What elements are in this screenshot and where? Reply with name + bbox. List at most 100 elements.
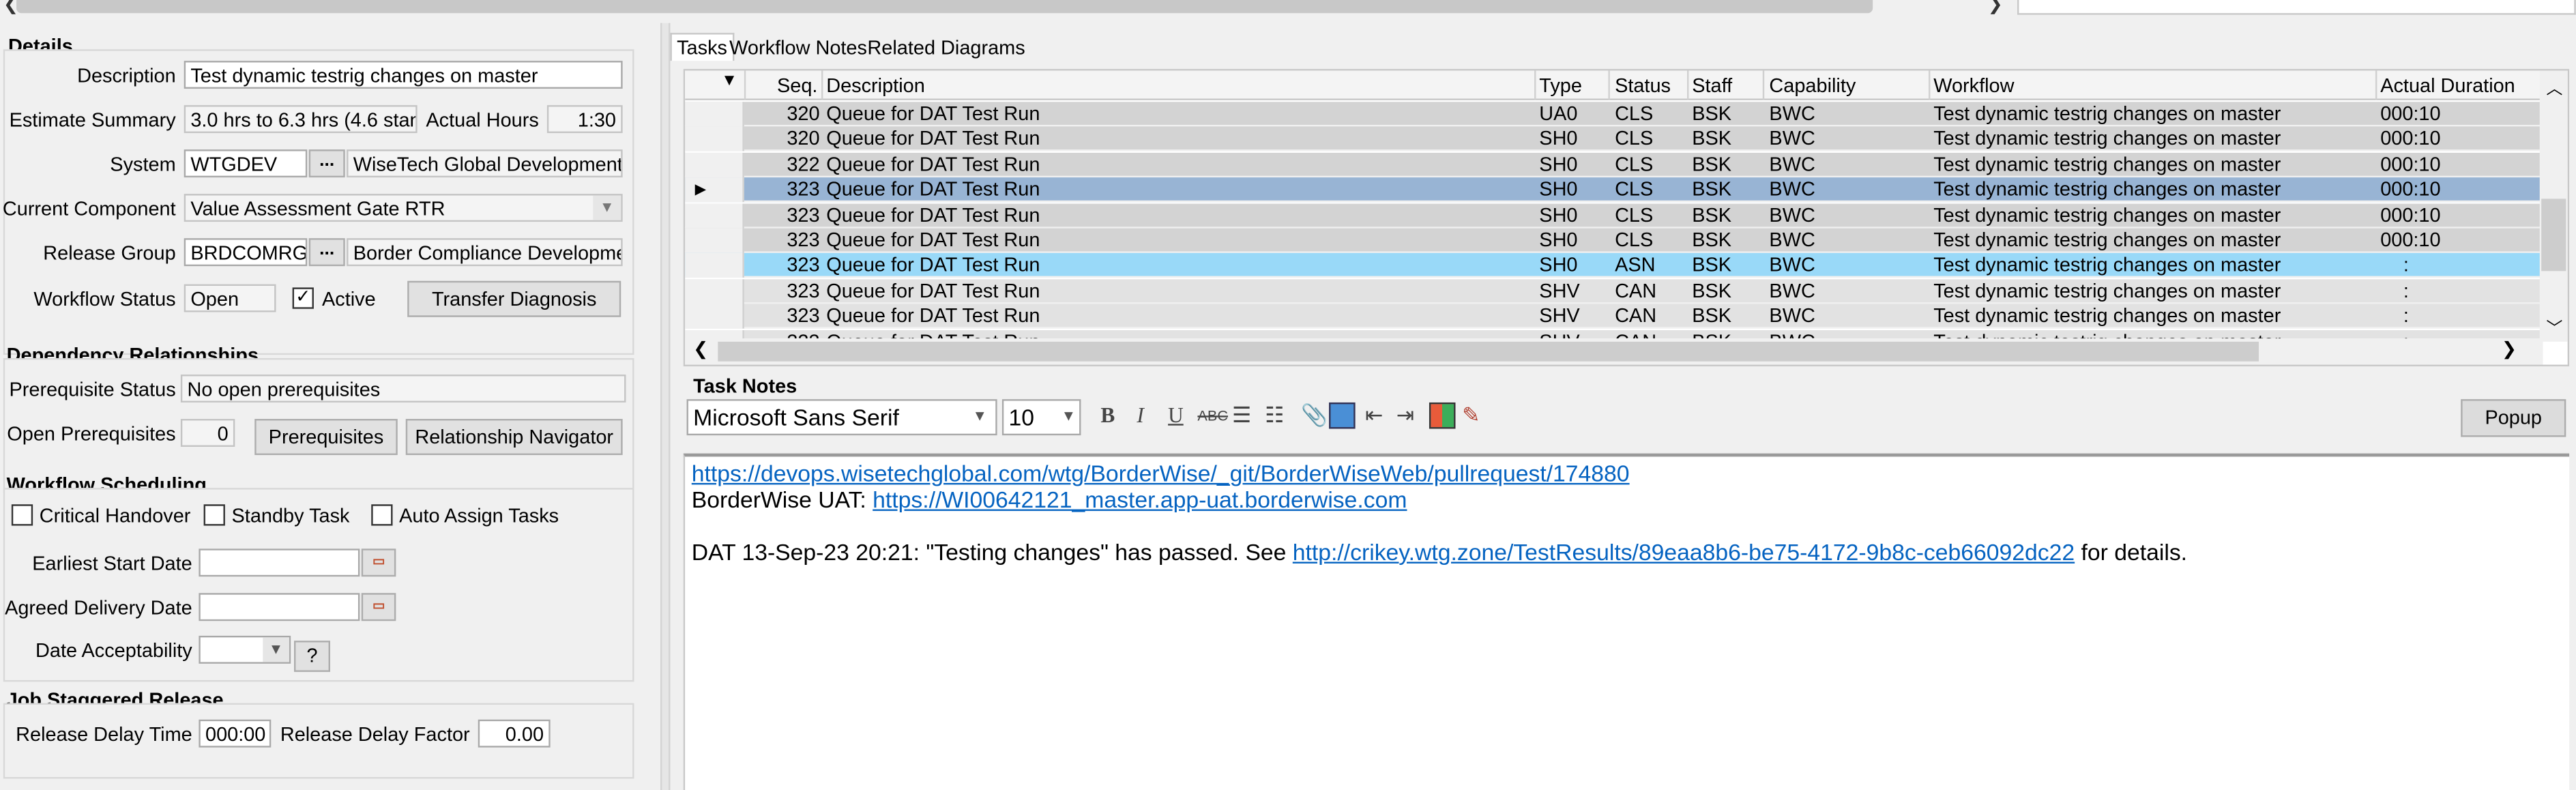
chevron-down-icon[interactable]: ▼ bbox=[263, 637, 289, 662]
col-description[interactable]: Description bbox=[826, 74, 925, 97]
row-selector[interactable] bbox=[685, 152, 744, 177]
table-row[interactable]: 323 Queue for DAT Test Run SH0 CLS BSK BWC Tes… bbox=[685, 203, 2542, 228]
note-link-testresults[interactable]: http://crikey.wtg.zone/TestResults/89eaa… bbox=[1293, 539, 2075, 566]
grid-hscroll[interactable]: ❮ ❯ bbox=[685, 338, 2543, 365]
popup-button[interactable]: Popup bbox=[2461, 399, 2566, 437]
tab-related-diagrams[interactable]: Related Diagrams bbox=[867, 36, 1025, 59]
delay-factor-field[interactable]: 0.00 bbox=[478, 719, 551, 748]
table-row[interactable]: 323 Queue for DAT Test Run SH0 ASN BSK BWC Tes… bbox=[685, 253, 2542, 278]
cell-staff: BSK bbox=[1692, 203, 1732, 226]
cell-staff: BSK bbox=[1692, 177, 1732, 201]
bullet-list-icon[interactable]: ☰ bbox=[1232, 403, 1251, 429]
release-group-code-field[interactable]: BRDCOMRG bbox=[184, 238, 308, 267]
tab-workflow-notes[interactable]: Workflow Notes bbox=[729, 36, 867, 59]
bold-icon[interactable]: B bbox=[1100, 403, 1115, 429]
row-selector[interactable] bbox=[685, 102, 744, 127]
calendar-icon[interactable]: ▭ bbox=[361, 548, 396, 577]
standby-task-checkbox[interactable] bbox=[203, 504, 225, 526]
col-seq[interactable]: Seq. bbox=[777, 74, 817, 97]
col-status[interactable]: Status bbox=[1615, 74, 1671, 97]
row-selector[interactable] bbox=[685, 203, 744, 228]
strikethrough-icon[interactable]: ABC bbox=[1197, 407, 1228, 424]
cell-seq: 323 bbox=[787, 177, 820, 201]
col-actual-duration[interactable]: Actual Duration bbox=[2380, 74, 2515, 97]
grid-hscroll-thumb[interactable] bbox=[718, 341, 2259, 362]
col-capability[interactable]: Capability bbox=[1769, 74, 1856, 97]
numbered-list-icon[interactable]: ☷ bbox=[1265, 403, 1284, 429]
scroll-up-icon[interactable]: ︿ bbox=[2546, 74, 2562, 98]
notes-editor[interactable]: https://devops.wisetechglobal.com/wtg/Bo… bbox=[683, 453, 2570, 790]
auto-assign-checkbox[interactable] bbox=[371, 504, 393, 526]
color-picker-icon[interactable] bbox=[1429, 402, 1456, 429]
insert-image-icon[interactable] bbox=[1329, 402, 1356, 429]
cell-staff: BSK bbox=[1692, 278, 1732, 302]
format-painter-icon[interactable]: ✎ bbox=[1462, 403, 1480, 429]
table-row[interactable]: 320 Queue for DAT Test Run UA0 CLS BSK BWC Tes… bbox=[685, 102, 2542, 127]
row-selector[interactable] bbox=[685, 304, 744, 330]
release-group-lookup-button[interactable]: ... bbox=[308, 238, 345, 267]
estimate-label: Estimate Summary bbox=[9, 108, 176, 132]
top-right-field[interactable] bbox=[2017, 0, 2576, 15]
delay-time-field[interactable]: 000:00 bbox=[199, 719, 272, 748]
cell-seq: 323 bbox=[787, 253, 820, 277]
table-row[interactable]: 323Queue for DAT Test RunSHVCANBSKBWCTes… bbox=[685, 304, 2542, 330]
table-row[interactable]: ▶ 323 Queue for DAT Test Run SH0 CLS BSK BWC Te… bbox=[685, 177, 2542, 203]
row-selector[interactable] bbox=[685, 278, 744, 304]
row-selector[interactable] bbox=[685, 228, 744, 253]
italic-icon[interactable]: I bbox=[1137, 403, 1143, 429]
cell-type: SH0 bbox=[1539, 177, 1578, 201]
open-prereq-field: 0 bbox=[180, 419, 235, 447]
component-label: Current Component bbox=[2, 196, 176, 220]
splitter[interactable] bbox=[660, 23, 671, 790]
component-select[interactable]: Value Assessment Gate RTR bbox=[184, 194, 623, 222]
system-name-field: WiseTech Global Development. bbox=[347, 149, 623, 178]
table-row[interactable]: 323Queue for DAT Test RunSHVCANBSKBWCTes… bbox=[685, 278, 2542, 304]
underline-icon[interactable]: U bbox=[1168, 403, 1184, 429]
grid-vscroll[interactable]: ︿ ﹀ bbox=[2539, 70, 2568, 342]
attachment-icon[interactable]: 📎 bbox=[1301, 403, 1328, 429]
outdent-icon[interactable]: ⇤ bbox=[1365, 403, 1383, 429]
col-staff[interactable]: Staff bbox=[1692, 74, 1732, 97]
row-selector[interactable]: ▶ bbox=[685, 177, 744, 203]
col-type[interactable]: Type bbox=[1539, 74, 1582, 97]
active-checkbox[interactable]: ✓ bbox=[292, 287, 314, 309]
cell-cap: BWC bbox=[1769, 304, 1815, 327]
scroll-left-icon[interactable]: ❮ bbox=[693, 338, 708, 360]
transfer-diagnosis-button[interactable]: Transfer Diagnosis bbox=[407, 280, 621, 317]
prerequisites-button[interactable]: Prerequisites bbox=[254, 419, 398, 456]
critical-handover-checkbox[interactable] bbox=[11, 504, 33, 526]
row-selector[interactable] bbox=[685, 253, 744, 278]
scroll-right-icon[interactable]: ❯ bbox=[1988, 0, 2003, 15]
description-field[interactable]: Test dynamic testrig changes on master bbox=[184, 61, 623, 89]
grid-vscroll-thumb[interactable] bbox=[2541, 199, 2566, 272]
table-row[interactable]: 322 Queue for DAT Test Run SH0 CLS BSK BWC Tes… bbox=[685, 152, 2542, 177]
scroll-right-icon[interactable]: ❯ bbox=[2502, 338, 2517, 360]
chevron-down-icon[interactable]: ▼ bbox=[973, 407, 987, 424]
chevron-down-icon[interactable]: ▼ bbox=[593, 195, 621, 220]
estimate-field: 3.0 hrs to 6.3 hrs (4.6 standard) bbox=[184, 105, 418, 134]
cell-desc: Queue for DAT Test Run bbox=[826, 253, 1040, 277]
system-code-field[interactable]: WTGDEV bbox=[184, 149, 308, 178]
note-link-uat[interactable]: https://WI00642121_master.app-uat.border… bbox=[873, 486, 1407, 513]
system-lookup-button[interactable]: ... bbox=[308, 149, 345, 178]
date-acceptability-label: Date Acceptability bbox=[35, 639, 192, 662]
chevron-down-icon[interactable]: ▼ bbox=[1062, 407, 1076, 424]
agreed-delivery-field[interactable] bbox=[199, 593, 360, 621]
sort-down-icon[interactable]: ▼ bbox=[721, 72, 737, 90]
row-selector[interactable] bbox=[685, 127, 744, 152]
table-row[interactable]: 320 Queue for DAT Test Run SH0 CLS BSK BWC Tes… bbox=[685, 127, 2542, 152]
note-link-pullrequest[interactable]: https://devops.wisetechglobal.com/wtg/Bo… bbox=[692, 460, 1630, 486]
tab-tasks[interactable]: Tasks bbox=[670, 33, 734, 61]
relationship-navigator-button[interactable]: Relationship Navigator bbox=[405, 419, 623, 456]
help-button[interactable]: ? bbox=[294, 641, 331, 672]
scroll-left-icon[interactable]: ❮ bbox=[3, 0, 18, 15]
calendar-icon[interactable]: ▭ bbox=[361, 593, 396, 621]
table-row[interactable]: 323 Queue for DAT Test Run SH0 CLS BSK BWC Tes… bbox=[685, 228, 2542, 253]
indent-icon[interactable]: ⇥ bbox=[1396, 403, 1414, 429]
font-name-select[interactable]: Microsoft Sans Serif bbox=[686, 399, 997, 436]
top-hscroll-thumb[interactable] bbox=[16, 0, 1873, 14]
cell-dur: 000:10 bbox=[2380, 228, 2441, 252]
earliest-start-field[interactable] bbox=[199, 548, 360, 577]
col-workflow[interactable]: Workflow bbox=[1933, 74, 2014, 97]
scroll-down-icon[interactable]: ﹀ bbox=[2546, 314, 2562, 338]
